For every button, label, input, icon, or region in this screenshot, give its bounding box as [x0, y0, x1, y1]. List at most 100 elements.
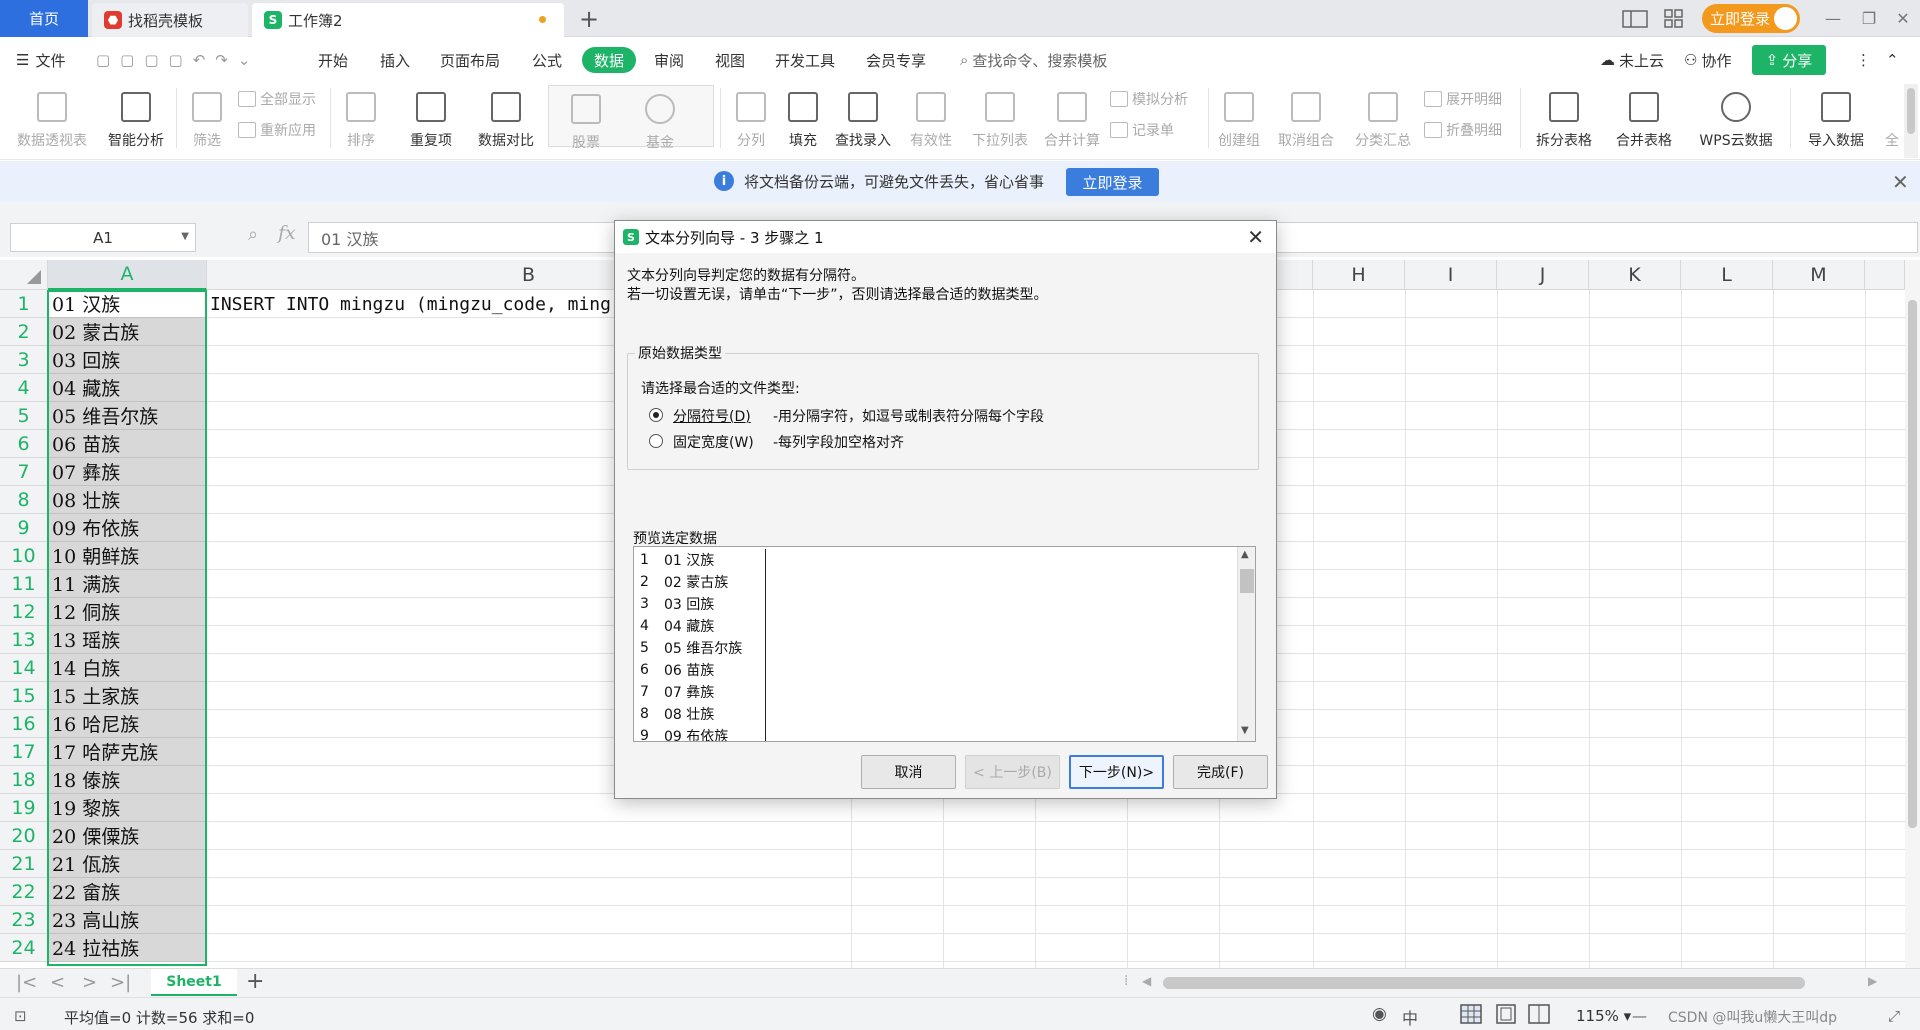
cell-a[interactable]: 17 哈萨克族	[48, 738, 205, 766]
stock-button[interactable]: 股票	[556, 84, 616, 152]
split-table-button[interactable]: 拆分表格	[1526, 82, 1602, 150]
simulate-analysis-button[interactable]: 模拟分析	[1110, 88, 1188, 110]
normal-view-icon[interactable]	[1460, 1004, 1482, 1028]
cell-a[interactable]: 03 回族	[48, 346, 205, 374]
zoom-formula-icon[interactable]: ⌕	[248, 224, 258, 245]
split-column-button[interactable]: 分列	[726, 82, 776, 150]
row-header[interactable]: 21	[0, 850, 48, 878]
cell-a[interactable]: 20 傈僳族	[48, 822, 205, 850]
fx-icon[interactable]: fx	[278, 222, 296, 244]
tab-home[interactable]: 首页	[0, 0, 88, 37]
menu-developer[interactable]: 开发工具	[775, 47, 835, 73]
dropdown-list-button[interactable]: 下拉列表	[966, 82, 1034, 150]
consolidate-button[interactable]: 合并计算	[1038, 82, 1106, 150]
fund-button[interactable]: 基金	[630, 84, 690, 152]
row-header[interactable]: 17	[0, 738, 48, 766]
vertical-scrollbar[interactable]	[1905, 260, 1920, 968]
page-break-view-icon[interactable]	[1528, 1004, 1550, 1028]
finish-button[interactable]: 完成(F)	[1173, 755, 1268, 789]
row-header[interactable]: 22	[0, 878, 48, 906]
cell-a[interactable]: 24 拉祜族	[48, 934, 205, 962]
pivot-table-button[interactable]: 数据透视表	[10, 82, 94, 150]
layout-icon[interactable]	[1622, 0, 1652, 37]
cell-a[interactable]: 12 侗族	[48, 598, 205, 626]
share-button[interactable]: ⇪ 分享	[1752, 45, 1826, 75]
cell-a[interactable]: 04 藏族	[48, 374, 205, 402]
preview-scrollbar[interactable]: ▲ ▼	[1237, 547, 1255, 741]
row-header[interactable]: 8	[0, 486, 48, 514]
zoom-out-icon[interactable]: —	[1632, 1007, 1647, 1025]
filter-button[interactable]: 筛选	[182, 82, 232, 150]
horizontal-scroll-thumb[interactable]	[1163, 977, 1805, 989]
fill-button[interactable]: 填充	[778, 82, 828, 150]
last-sheet-icon[interactable]: >|	[110, 972, 131, 993]
macro-icon[interactable]: ⊡	[14, 1007, 27, 1025]
menu-data[interactable]: 数据	[582, 47, 637, 73]
subtotal-button[interactable]: 分类汇总	[1350, 82, 1416, 150]
cell-a[interactable]: 21 佤族	[48, 850, 205, 878]
cell-b1[interactable]: INSERT INTO mingzu (mingzu_code, ming	[210, 290, 611, 318]
apps-grid-icon[interactable]	[1664, 0, 1694, 37]
menu-formula[interactable]: 公式	[532, 47, 562, 73]
row-header[interactable]: 13	[0, 626, 48, 654]
cell-a[interactable]: 05 维吾尔族	[48, 402, 205, 430]
cell-a[interactable]: 23 高山族	[48, 906, 205, 934]
ribbon-scroll-thumb[interactable]	[1907, 88, 1915, 134]
lookup-entry-button[interactable]: 查找录入	[830, 82, 896, 150]
cell-a[interactable]: 11 满族	[48, 570, 205, 598]
column-header-m[interactable]: M	[1773, 260, 1865, 290]
select-all-corner[interactable]	[0, 260, 48, 290]
dialog-close-icon[interactable]: ✕	[1247, 225, 1264, 249]
command-search[interactable]: ⌕ 查找命令、搜索模板	[960, 47, 1107, 73]
tab-template[interactable]: ⬣ 找稻壳模板	[92, 3, 248, 37]
sort-button[interactable]: 排序	[336, 82, 386, 150]
reapply-button[interactable]: 重新应用	[238, 119, 316, 141]
more-icon[interactable]: ⋮	[1856, 47, 1871, 73]
duplicates-button[interactable]: 重复项	[398, 82, 464, 150]
row-header[interactable]: 1	[0, 290, 48, 318]
wps-cloud-data-button[interactable]: WPS云数据	[1688, 82, 1784, 150]
name-box[interactable]: A1 ▼	[10, 223, 196, 252]
data-preview[interactable]: 1 01 汉族 2 02 蒙古族 3 03 回族 4 04 藏族 5 05 维吾尔族 6 06 苗族 7…	[633, 546, 1256, 742]
cell-a[interactable]: 07 彝族	[48, 458, 205, 486]
row-header[interactable]: 14	[0, 654, 48, 682]
tab-workbook[interactable]: S 工作簿2	[252, 3, 564, 37]
row-header[interactable]: 18	[0, 766, 48, 794]
column-header-l[interactable]: L	[1681, 260, 1773, 290]
column-header-a[interactable]: A	[48, 260, 207, 290]
next-step-button[interactable]: 下一步(N)>	[1069, 755, 1164, 789]
row-header[interactable]: 23	[0, 906, 48, 934]
more-ribbon-button[interactable]: 全	[1880, 82, 1904, 150]
splitter-icon[interactable]: ⁞	[1124, 973, 1128, 989]
previous-step-button[interactable]: < 上一步(B)	[965, 755, 1060, 789]
menu-view[interactable]: 视图	[715, 47, 745, 73]
menu-review[interactable]: 审阅	[654, 47, 684, 73]
cell-a[interactable]: 19 黎族	[48, 794, 205, 822]
eye-protection-icon[interactable]: ◉	[1372, 1004, 1387, 1024]
cell-a[interactable]: 13 瑶族	[48, 626, 205, 654]
row-header[interactable]: 15	[0, 682, 48, 710]
row-header[interactable]: 2	[0, 318, 48, 346]
collapse-detail-button[interactable]: 折叠明细	[1424, 119, 1502, 141]
record-form-button[interactable]: 记录单	[1110, 119, 1174, 141]
row-header[interactable]: 3	[0, 346, 48, 374]
create-group-button[interactable]: 创建组	[1214, 82, 1264, 150]
import-data-button[interactable]: 导入数据	[1796, 82, 1876, 150]
vertical-scroll-thumb[interactable]	[1908, 300, 1917, 828]
show-all-button[interactable]: 全部显示	[238, 88, 316, 110]
cell-a[interactable]: 02 蒙古族	[48, 318, 205, 346]
row-header[interactable]: 24	[0, 934, 48, 962]
add-sheet-button[interactable]: +	[246, 969, 264, 994]
restore-icon[interactable]: ❐	[1854, 4, 1884, 32]
scroll-up-icon[interactable]: ▲	[1241, 549, 1249, 560]
row-header[interactable]: 5	[0, 402, 48, 430]
collab-button[interactable]: ⚇ 协作	[1684, 47, 1731, 73]
cell-a[interactable]: 14 白族	[48, 654, 205, 682]
cell-a[interactable]: 01 汉族	[48, 290, 205, 318]
scroll-down-icon[interactable]: ▼	[1241, 725, 1249, 736]
cloud-status[interactable]: ☁ 未上云	[1600, 47, 1664, 73]
column-header-k[interactable]: K	[1589, 260, 1681, 290]
menu-insert[interactable]: 插入	[380, 47, 410, 73]
cell-a[interactable]: 16 哈尼族	[48, 710, 205, 738]
smart-analysis-button[interactable]: 智能分析	[100, 82, 172, 150]
